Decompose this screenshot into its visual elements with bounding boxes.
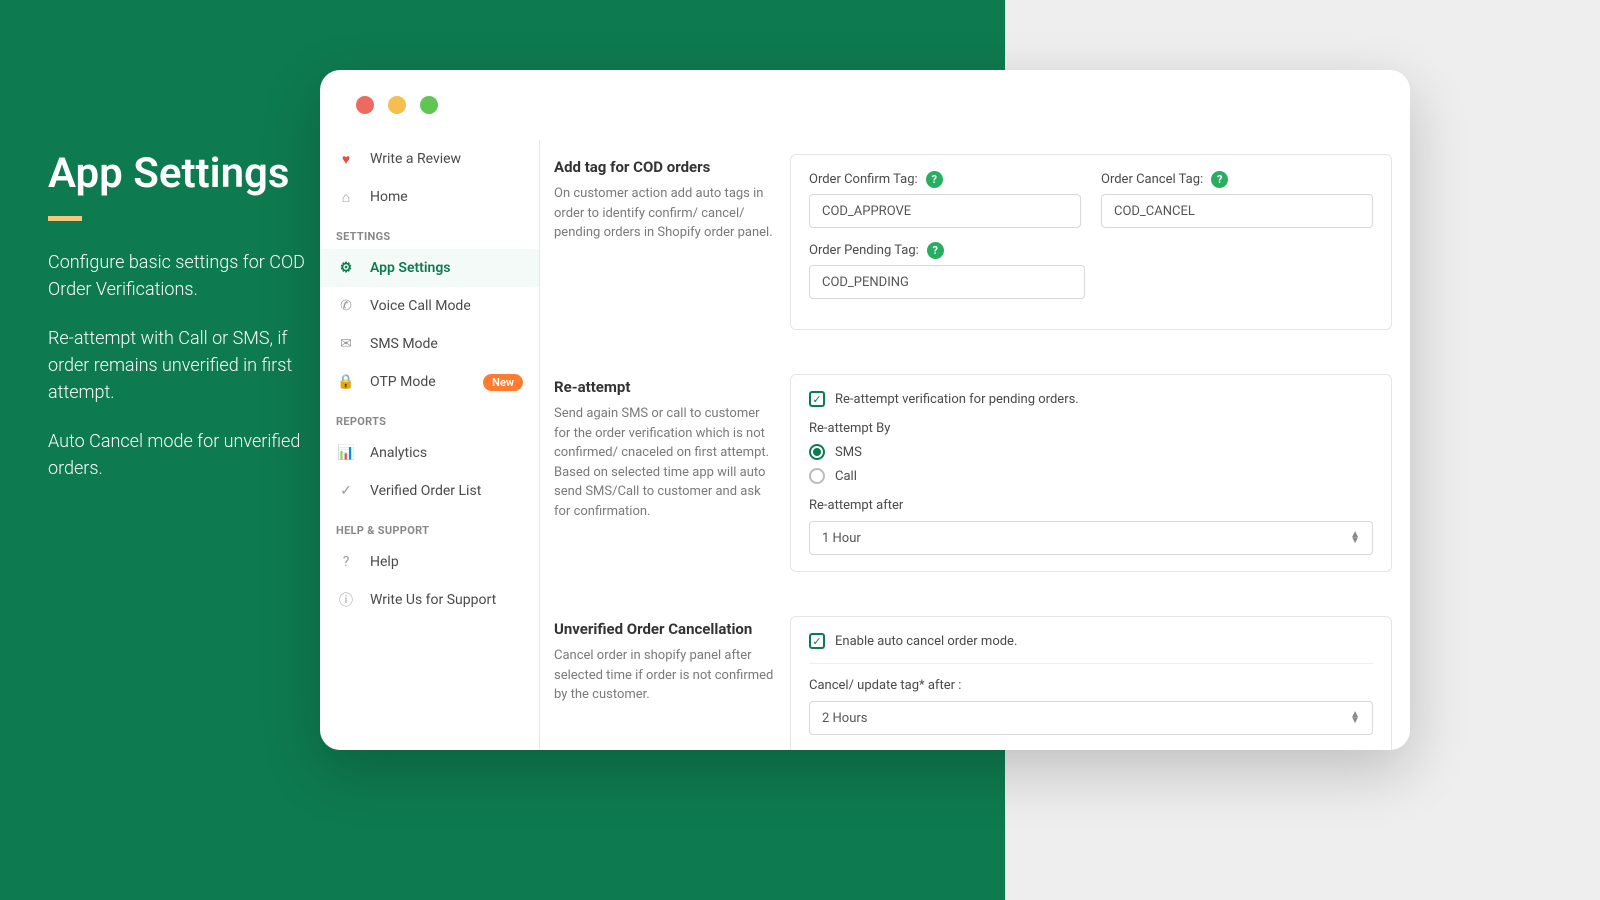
section-tags: Add tag for COD orders On customer actio…	[540, 140, 1410, 344]
check-icon: ✓	[336, 481, 356, 501]
checkbox-label: Enable auto cancel order mode.	[835, 634, 1017, 649]
info-icon: ⓘ	[336, 590, 356, 610]
phone-icon: ✆	[336, 296, 356, 316]
card: ✓ Re-attempt verification for pending or…	[790, 374, 1392, 572]
sidebar-label: Voice Call Mode	[370, 298, 471, 314]
content-area: Add tag for COD orders On customer actio…	[540, 140, 1410, 750]
sidebar-label: OTP Mode	[370, 374, 436, 390]
field-label: Order Pending Tag:	[809, 243, 919, 258]
card: ✓ Enable auto cancel order mode. Cancel/…	[790, 616, 1392, 750]
radio-label: SMS	[835, 445, 862, 460]
new-badge: New	[483, 374, 523, 391]
sidebar-item-analytics[interactable]: 📊 Analytics	[320, 434, 539, 472]
section-form: ✓ Re-attempt verification for pending or…	[790, 360, 1410, 586]
sidebar-heading-help: HELP & SUPPORT	[320, 510, 539, 543]
promo-text-3: Auto Cancel mode for unverified orders.	[48, 428, 308, 482]
section-reattempt: Re-attempt Send again SMS or call to cus…	[540, 360, 1410, 586]
section-description: Re-attempt Send again SMS or call to cus…	[540, 360, 790, 586]
gear-icon: ⚙	[336, 258, 356, 278]
minimize-dot[interactable]	[388, 96, 406, 114]
radio-icon	[809, 468, 825, 484]
sidebar-label: Help	[370, 554, 399, 570]
order-confirm-tag-input[interactable]	[809, 194, 1081, 228]
lock-icon: 🔒	[336, 372, 356, 392]
sidebar-label: Analytics	[370, 445, 427, 461]
sidebar-label: Write a Review	[370, 151, 461, 167]
select-value: 1 Hour	[822, 531, 861, 546]
question-icon: ?	[336, 552, 356, 572]
section-desc-text: Cancel order in shopify panel after sele…	[554, 646, 776, 705]
sidebar-item-review[interactable]: ♥ Write a Review	[320, 140, 539, 178]
field-label: Order Cancel Tag:	[1101, 172, 1203, 187]
sidebar-item-help[interactable]: ? Help	[320, 543, 539, 581]
select-arrows-icon: ▲▼	[1350, 712, 1360, 724]
cancel-after-select[interactable]: 2 Hours ▲▼	[809, 701, 1373, 735]
sidebar-item-app-settings[interactable]: ⚙ App Settings	[320, 249, 539, 287]
maximize-dot[interactable]	[420, 96, 438, 114]
reattempt-after-select[interactable]: 1 Hour ▲▼	[809, 521, 1373, 555]
checkbox-icon: ✓	[809, 391, 825, 407]
select-value: 2 Hours	[822, 711, 868, 726]
promo-title: App Settings	[48, 150, 308, 198]
sidebar-label: Write Us for Support	[370, 592, 496, 608]
home-icon: ⌂	[336, 187, 356, 207]
section-desc-text: On customer action add auto tags in orde…	[554, 184, 776, 243]
section-desc-text: Send again SMS or call to customer for t…	[554, 404, 776, 521]
close-dot[interactable]	[356, 96, 374, 114]
order-cancel-tag-input[interactable]	[1101, 194, 1373, 228]
promo-text-2: Re-attempt with Call or SMS, if order re…	[48, 325, 308, 406]
sidebar-label: Verified Order List	[370, 483, 481, 499]
help-icon[interactable]: ?	[1211, 171, 1228, 188]
field-label: Re-attempt By	[809, 421, 1373, 436]
checkbox-label: Re-attempt verification for pending orde…	[835, 392, 1079, 407]
section-title: Add tag for COD orders	[554, 158, 776, 176]
order-pending-tag-input[interactable]	[809, 265, 1085, 299]
field-label: Shopify order action on cancel the order…	[809, 749, 1373, 750]
field-label: Cancel/ update tag* after :	[809, 678, 1373, 693]
sidebar-label: App Settings	[370, 260, 451, 276]
window-titlebar	[320, 70, 1410, 140]
separator	[809, 663, 1373, 664]
field-label: Order Confirm Tag:	[809, 172, 918, 187]
heart-icon: ♥	[336, 149, 356, 169]
section-cancel: Unverified Order Cancellation Cancel ord…	[540, 602, 1410, 750]
sidebar-heading-settings: SETTINGS	[320, 216, 539, 249]
sidebar-item-home[interactable]: ⌂ Home	[320, 178, 539, 216]
autocancel-checkbox-row[interactable]: ✓ Enable auto cancel order mode.	[809, 633, 1373, 649]
card: Order Confirm Tag: ? Order Cancel Tag: ?	[790, 154, 1392, 330]
sms-icon: ✉	[336, 334, 356, 354]
sidebar-item-verified[interactable]: ✓ Verified Order List	[320, 472, 539, 510]
section-form: ✓ Enable auto cancel order mode. Cancel/…	[790, 602, 1410, 750]
section-title: Unverified Order Cancellation	[554, 620, 776, 638]
promo-text-1: Configure basic settings for COD Order V…	[48, 249, 308, 303]
accent-bar	[48, 216, 82, 221]
checkbox-icon: ✓	[809, 633, 825, 649]
chart-icon: 📊	[336, 443, 356, 463]
section-description: Add tag for COD orders On customer actio…	[540, 140, 790, 344]
sidebar-item-voice[interactable]: ✆ Voice Call Mode	[320, 287, 539, 325]
select-arrows-icon: ▲▼	[1350, 532, 1360, 544]
field-label: Re-attempt after	[809, 498, 1373, 513]
reattempt-checkbox-row[interactable]: ✓ Re-attempt verification for pending or…	[809, 391, 1373, 407]
sidebar-heading-reports: REPORTS	[320, 401, 539, 434]
section-description: Unverified Order Cancellation Cancel ord…	[540, 602, 790, 750]
promo-panel: App Settings Configure basic settings fo…	[48, 150, 308, 504]
help-icon[interactable]: ?	[927, 242, 944, 259]
sidebar-item-otp[interactable]: 🔒 OTP Mode New	[320, 363, 539, 401]
sidebar-label: Home	[370, 189, 408, 205]
window-body: ♥ Write a Review ⌂ Home SETTINGS ⚙ App S…	[320, 140, 1410, 750]
radio-icon	[809, 444, 825, 460]
radio-sms[interactable]: SMS	[809, 444, 1373, 460]
radio-call[interactable]: Call	[809, 468, 1373, 484]
help-icon[interactable]: ?	[926, 171, 943, 188]
sidebar-item-sms[interactable]: ✉ SMS Mode	[320, 325, 539, 363]
app-window: ♥ Write a Review ⌂ Home SETTINGS ⚙ App S…	[320, 70, 1410, 750]
sidebar: ♥ Write a Review ⌂ Home SETTINGS ⚙ App S…	[320, 140, 540, 750]
radio-label: Call	[835, 469, 857, 484]
section-form: Order Confirm Tag: ? Order Cancel Tag: ?	[790, 140, 1410, 344]
section-title: Re-attempt	[554, 378, 776, 396]
sidebar-label: SMS Mode	[370, 336, 438, 352]
sidebar-item-support[interactable]: ⓘ Write Us for Support	[320, 581, 539, 619]
